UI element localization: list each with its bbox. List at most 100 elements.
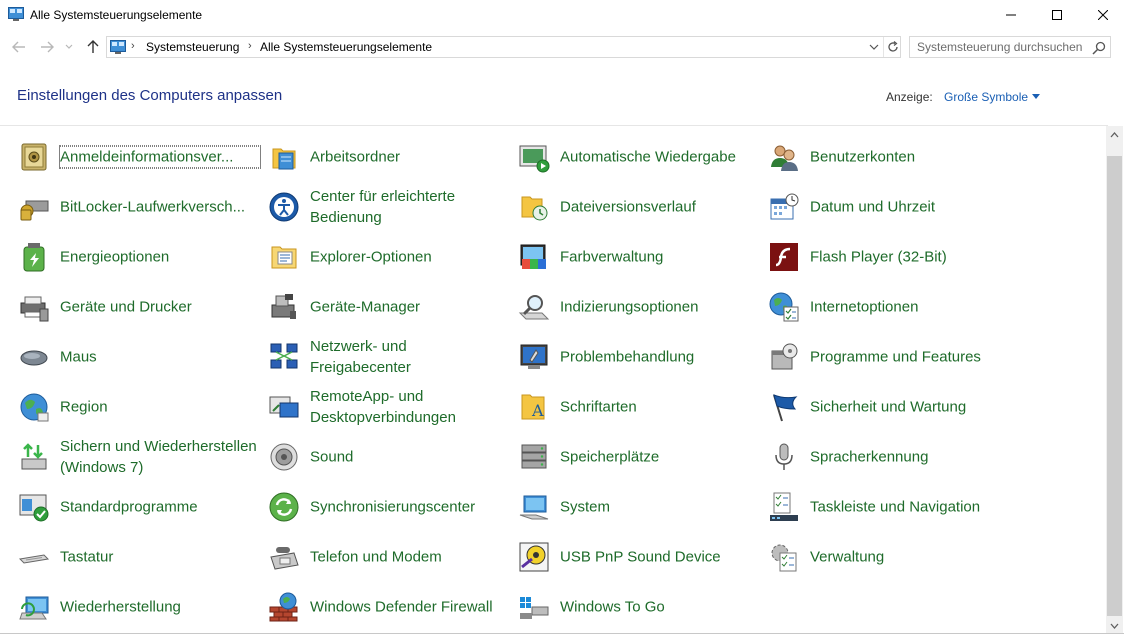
item-color-management[interactable]: Farbverwaltung [518,235,762,279]
item-label[interactable]: System [560,497,760,518]
item-label[interactable]: Sound [310,447,510,468]
item-remoteapp[interactable]: RemoteApp- und Desktopverbindungen [268,385,512,429]
item-label[interactable]: Problembehandlung [560,347,760,368]
item-explorer-options[interactable]: Explorer-Optionen [268,235,512,279]
item-internet-options[interactable]: Internetoptionen [768,285,1012,329]
address-bar[interactable]: › Systemsteuerung › Alle Systemsteuerung… [106,36,901,58]
item-label[interactable]: Geräte-Manager [310,297,510,318]
scroll-down-button[interactable] [1106,617,1123,634]
search-box[interactable] [909,36,1111,58]
item-label[interactable]: Sicherheit und Wartung [810,397,1010,418]
scroll-thumb[interactable] [1107,156,1122,616]
item-indexing-options[interactable]: Indizierungsoptionen [518,285,762,329]
item-region[interactable]: Region [18,385,262,429]
item-label[interactable]: Geräte und Drucker [60,297,260,318]
up-button[interactable] [82,36,104,58]
minimize-button[interactable] [988,0,1034,30]
item-network-sharing[interactable]: Netzwerk- und Freigabecenter [268,335,512,379]
search-icon[interactable] [1091,40,1107,56]
item-usb-sound-device[interactable]: USB PnP Sound Device [518,535,762,579]
item-label[interactable]: Anmeldeinformationsver... [59,145,261,169]
item-label[interactable]: Speicherplätze [560,447,760,468]
view-mode-dropdown[interactable]: Große Symbole [944,90,1041,104]
close-button[interactable] [1080,0,1126,30]
item-label[interactable]: Standardprogramme [60,497,260,518]
item-label[interactable]: Telefon und Modem [310,547,510,568]
recent-locations-button[interactable] [62,36,76,58]
item-windows-to-go[interactable]: Windows To Go [518,585,762,629]
item-backup-restore[interactable]: Sichern und Wiederherstellen (Windows 7) [18,435,262,479]
item-keyboard[interactable]: Tastatur [18,535,262,579]
item-label[interactable]: Taskleiste und Navigation [810,497,1010,518]
item-fonts[interactable]: A Schriftarten [518,385,762,429]
item-label[interactable]: Region [60,397,260,418]
item-label[interactable]: Flash Player (32-Bit) [810,247,1010,268]
item-label[interactable]: USB PnP Sound Device [560,547,760,568]
item-label[interactable]: Energieoptionen [60,247,260,268]
item-label[interactable]: Indizierungsoptionen [560,297,760,318]
item-label[interactable]: Center für erleichterte Bedienung [310,186,510,228]
item-label[interactable]: Spracherkennung [810,447,1010,468]
item-administrative-tools[interactable]: Verwaltung [768,535,1012,579]
item-ease-of-access[interactable]: Center für erleichterte Bedienung [268,185,512,229]
item-devices-printers[interactable]: Geräte und Drucker [18,285,262,329]
item-label[interactable]: RemoteApp- und Desktopverbindungen [310,386,510,428]
item-label[interactable]: Maus [60,347,260,368]
item-programs-features[interactable]: Programme und Features [768,335,1012,379]
item-label[interactable]: Synchronisierungscenter [310,497,510,518]
item-label[interactable]: Explorer-Optionen [310,247,510,268]
item-label[interactable]: Automatische Wiedergabe [560,147,760,168]
item-troubleshooting[interactable]: Problembehandlung [518,335,762,379]
item-label[interactable]: Datum und Uhrzeit [810,197,1010,218]
item-mouse[interactable]: Maus [18,335,262,379]
breadcrumb-current[interactable]: Alle Systemsteuerungselemente [260,40,432,54]
item-user-accounts[interactable]: Benutzerkonten [768,135,1012,179]
item-label[interactable]: Schriftarten [560,397,760,418]
forward-button[interactable] [36,36,58,58]
item-autoplay[interactable]: Automatische Wiedergabe [518,135,762,179]
search-input[interactable] [910,37,1090,57]
item-default-programs[interactable]: Standardprogramme [18,485,262,529]
item-label[interactable]: Dateiversionsverlauf [560,197,760,218]
address-history-button[interactable] [865,37,883,57]
item-sound[interactable]: Sound [268,435,512,479]
vertical-scrollbar[interactable] [1106,126,1123,634]
item-label[interactable]: Arbeitsordner [310,147,510,168]
item-power-options[interactable]: Energieoptionen [18,235,262,279]
item-credential-manager[interactable]: Anmeldeinformationsver... [18,135,262,179]
item-label[interactable]: BitLocker-Laufwerkversch... [60,197,260,218]
scroll-up-button[interactable] [1106,126,1123,143]
breadcrumb-separator-icon[interactable]: › [248,40,252,52]
item-label[interactable]: Netzwerk- und Freigabecenter [310,336,510,378]
item-taskbar-navigation[interactable]: Taskleiste und Navigation [768,485,1012,529]
item-speech-recognition[interactable]: Spracherkennung [768,435,1012,479]
maximize-button[interactable] [1034,0,1080,30]
item-label[interactable]: Tastatur [60,547,260,568]
refresh-button[interactable] [883,37,901,57]
item-label[interactable]: Verwaltung [810,547,1010,568]
breadcrumb-systemsteuerung[interactable]: Systemsteuerung [146,40,239,54]
item-sync-center[interactable]: Synchronisierungscenter [268,485,512,529]
item-label[interactable]: Farbverwaltung [560,247,760,268]
item-device-manager[interactable]: Geräte-Manager [268,285,512,329]
item-flash-player[interactable]: Flash Player (32-Bit) [768,235,1012,279]
item-recovery[interactable]: Wiederherstellung [18,585,262,629]
item-security-maintenance[interactable]: Sicherheit und Wartung [768,385,1012,429]
item-label[interactable]: Programme und Features [810,347,1010,368]
item-bitlocker[interactable]: BitLocker-Laufwerkversch... [18,185,262,229]
dropdown-arrow-icon[interactable] [1032,94,1041,99]
item-label[interactable]: Wiederherstellung [60,597,260,618]
view-mode-value[interactable]: Große Symbole [944,90,1028,104]
item-system[interactable]: System [518,485,762,529]
item-storage-spaces[interactable]: Speicherplätze [518,435,762,479]
item-label[interactable]: Windows To Go [560,597,760,618]
breadcrumb-separator-icon[interactable]: › [131,40,135,52]
item-file-history[interactable]: Dateiversionsverlauf [518,185,762,229]
item-date-time[interactable]: Datum und Uhrzeit [768,185,1012,229]
item-work-folders[interactable]: Arbeitsordner [268,135,512,179]
item-label[interactable]: Benutzerkonten [810,147,1010,168]
item-defender-firewall[interactable]: Windows Defender Firewall [268,585,512,629]
item-label[interactable]: Sichern und Wiederherstellen (Windows 7) [60,436,260,480]
item-label[interactable]: Windows Defender Firewall [310,597,510,618]
item-label[interactable]: Internetoptionen [810,297,1010,318]
